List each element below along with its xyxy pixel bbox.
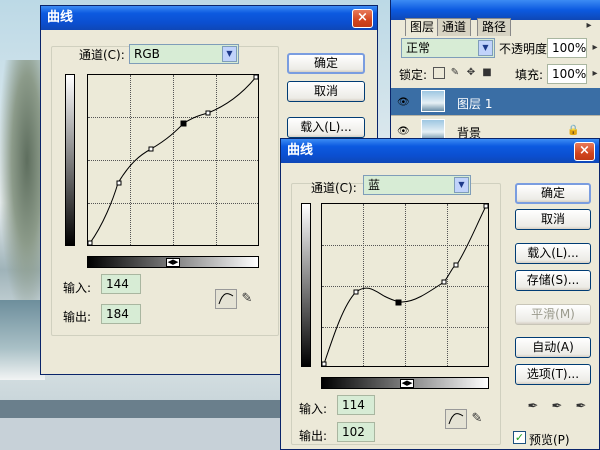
pencil-icon[interactable]: ✎ [471,412,483,425]
fill-field[interactable]: 100% [547,64,587,84]
input-gradient-bar[interactable]: ◀▶ [87,256,259,268]
channel-value: 蓝 [368,178,381,192]
tab-paths[interactable]: 路径 [477,18,512,36]
eyedropper-black-icon[interactable]: ✒ [527,400,539,413]
curve-point [453,262,459,268]
curve-tool-icon[interactable] [215,289,237,309]
preview-label: 预览(P) [529,433,570,447]
input-gradient-bar[interactable]: ◀▶ [321,377,489,389]
pencil-icon[interactable]: ✎ [241,292,253,305]
blend-mode-select[interactable]: 正常 ▼ [401,38,495,58]
curve-point [483,204,488,209]
curve-point [441,279,447,285]
close-button[interactable]: × [352,9,373,28]
background-tree [0,60,45,310]
gradient-toggle-icon[interactable]: ◀▶ [400,379,414,388]
channel-select[interactable]: 蓝 ▼ [363,175,471,195]
dialog-titlebar[interactable]: 曲线 × [281,139,599,163]
eyedropper-gray-icon[interactable]: ✒ [551,400,563,413]
channel-value: RGB [134,47,160,61]
smooth-button[interactable]: 平滑(M) [515,304,591,325]
curve-point [116,180,122,186]
blend-mode-value: 正常 [406,41,431,55]
curve-point [88,240,93,245]
layers-panel-titlebar[interactable] [391,0,600,20]
ok-button[interactable]: 确定 [287,53,365,74]
tab-channels[interactable]: 通道 [437,18,472,36]
background-strip-lower [0,418,280,450]
curve-graph[interactable] [87,74,259,246]
ok-button[interactable]: 确定 [515,183,591,204]
opacity-arrow-icon[interactable]: ▸ [589,42,600,54]
curve-tool-icon[interactable] [445,409,467,429]
output-field[interactable]: 184 [101,304,141,324]
curves-dialog-blue: 曲线 × 通道(C): 蓝 ▼ ◀▶ 输入: 114 输出: 102 ✎ ✒ ✒… [280,138,600,450]
curve-graph[interactable] [321,203,489,367]
fill-arrow-icon[interactable]: ▸ [589,68,600,80]
opacity-field[interactable]: 100% [547,38,587,58]
dialog-titlebar[interactable]: 曲线 × [41,6,377,30]
curve-point [353,289,359,295]
output-label: 输出: [63,310,92,324]
lock-brush-icon[interactable]: ✎ [449,67,461,79]
lock-move-icon[interactable]: ✥ [465,67,477,79]
panel-menu-icon[interactable]: ▸ [583,20,595,32]
dialog-title: 曲线 [47,10,74,25]
curve-point [205,110,211,116]
curve-tool-svg [448,413,464,425]
layer-thumbnail [421,90,445,112]
layer-name: 图层 1 [457,97,493,111]
curve-point [322,361,327,366]
curve-tool-svg [218,293,234,305]
preview-checkbox[interactable]: ✓ [513,431,526,444]
chevron-down-icon: ▼ [454,177,469,193]
gradient-toggle-icon[interactable]: ◀▶ [166,258,180,267]
options-button[interactable]: 选项(T)... [515,364,591,385]
curve-line [323,205,487,365]
curve-point-selected [180,120,187,127]
save-button[interactable]: 存储(S)... [515,270,591,291]
cancel-button[interactable]: 取消 [287,81,365,102]
load-button[interactable]: 载入(L)... [287,117,365,138]
curve-point [253,75,258,80]
output-label: 输出: [299,429,328,443]
curve-line [89,76,257,244]
close-button[interactable]: × [574,142,595,161]
curve-point-selected [395,299,402,306]
output-gradient-bar [301,203,311,367]
channel-select[interactable]: RGB ▼ [129,44,239,64]
auto-button[interactable]: 自动(A) [515,337,591,358]
cancel-button[interactable]: 取消 [515,209,591,230]
input-field[interactable]: 114 [337,395,375,415]
input-label: 输入: [299,402,328,416]
layer-row-1[interactable]: 👁 图层 1 [391,88,600,116]
load-button[interactable]: 载入(L)... [515,243,591,264]
eyedropper-white-icon[interactable]: ✒ [575,400,587,413]
opacity-label: 不透明度: [499,42,552,56]
input-field[interactable]: 144 [101,274,141,294]
chevron-down-icon: ▼ [478,40,493,56]
output-field[interactable]: 102 [337,422,375,442]
lock-all-icon[interactable]: ■ [481,67,493,79]
background-sea [0,300,45,380]
input-label: 输入: [63,281,92,295]
lock-transparency-icon[interactable] [433,67,445,79]
chevron-down-icon: ▼ [222,46,237,62]
curve-svg [322,204,488,366]
lock-label: 锁定: [399,68,428,82]
output-gradient-bar [65,74,75,246]
layers-panel: 图层 通道 路径 ▸ 正常 ▼ 不透明度: 100% ▸ 锁定: ✎ ✥ ■ 填… [390,0,600,145]
channel-label: 通道(C): [79,48,125,62]
curve-svg [88,75,258,245]
channel-label: 通道(C): [311,181,357,195]
dialog-title: 曲线 [287,143,314,158]
tab-layers[interactable]: 图层 [405,18,440,36]
eye-icon[interactable]: 👁 [397,97,410,108]
fill-label: 填充: [515,68,544,82]
curve-point [148,146,154,152]
eye-icon[interactable]: 👁 [397,126,410,137]
lock-icon: 🔒 [567,125,580,136]
